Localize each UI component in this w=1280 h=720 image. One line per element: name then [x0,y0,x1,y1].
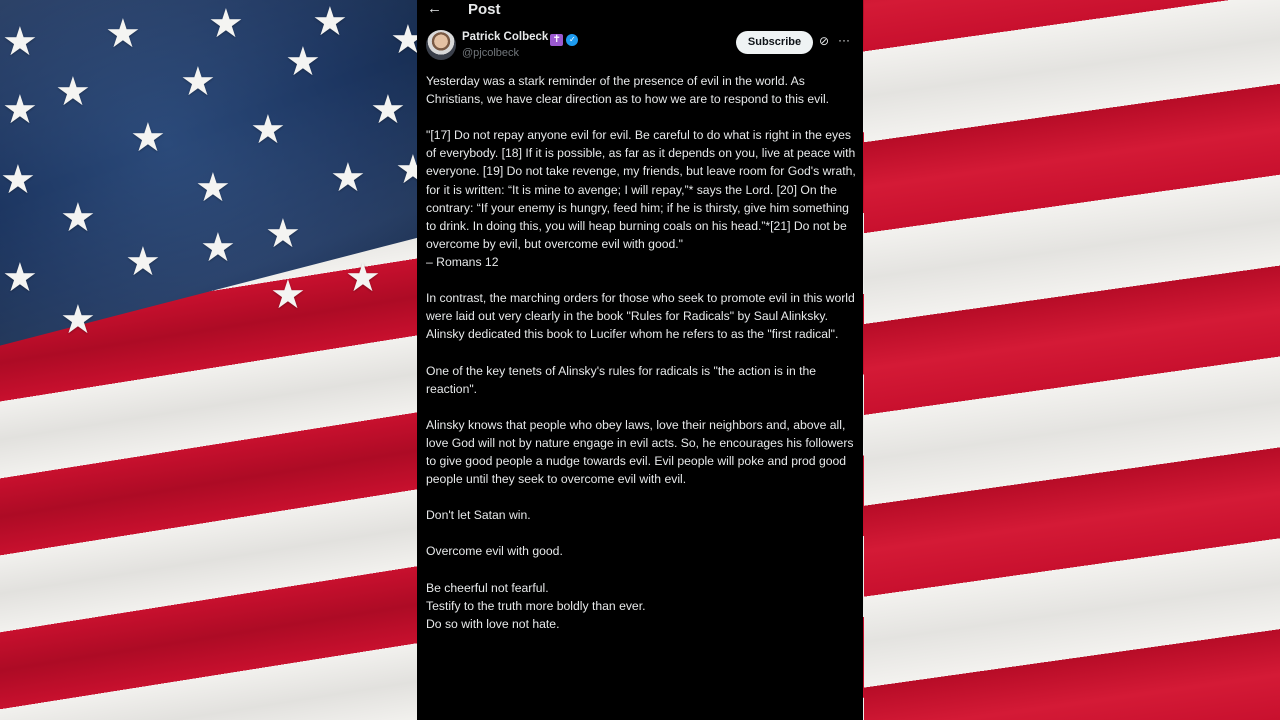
flag-star-icon: ★ [60,196,96,240]
flag-star-icon: ★ [200,226,236,270]
flag-star-icon: ★ [130,116,166,160]
post-paragraph: In contrast, the marching orders for tho… [426,291,855,342]
flag-star-icon: ★ [265,212,301,256]
page-title: Post [468,1,501,18]
flag-star-icon: ★ [195,166,231,210]
post-paragraph: Yesterday was a stark reminder of the pr… [426,74,830,107]
flag-star-icon: ★ [345,256,381,300]
flag-star-icon: ★ [2,20,38,64]
subscribe-button[interactable]: Subscribe [736,31,813,54]
flag-star-icon: ★ [125,240,161,284]
post-paragraph: "[17] Do not repay anyone evil for evil.… [426,128,856,251]
flag-star-icon: ★ [55,70,91,114]
author-name[interactable]: Patrick Colbeck [462,31,548,43]
author-name-container[interactable]: Patrick Colbeck ✝ ✓ [462,31,579,46]
latin-cross-icon: ✝ [550,34,564,46]
flag-star-icon: ★ [105,12,141,56]
post-paragraph: Overcome evil with good. [426,544,563,559]
flag-stripes-right [864,0,1280,720]
post-paragraph: Do so with love not hate. [426,616,560,631]
flag-star-icon: ★ [60,298,96,342]
author-row: Patrick Colbeck ✝ ✓ @pjcolbeck Subscribe ⊘… [417,29,863,63]
post-paragraph: – Romans 12 [426,254,499,269]
avatar[interactable] [426,30,456,60]
flag-star-icon: ★ [208,2,244,46]
flag-star-icon: ★ [270,273,306,317]
post-paragraph: Alinsky knows that people who obey laws,… [426,417,854,487]
flag-star-icon: ★ [250,108,286,152]
flag-star-icon: ★ [0,158,36,202]
flag-star-icon: ★ [285,40,321,84]
post-body: Yesterday was a stark reminder of the pr… [426,72,856,633]
flag-star-icon: ★ [2,88,38,132]
post-paragraph: Testify to the truth more boldly than ev… [426,598,646,613]
post-paragraph: Be cheerful not fearful. [426,580,549,595]
more-horizontal-icon[interactable]: ··· [838,33,850,47]
author-handle[interactable]: @pjcolbeck [462,47,519,59]
post-header: ← Post [417,0,863,22]
grok-icon[interactable]: ⊘ [819,35,831,47]
flag-star-icon: ★ [180,60,216,104]
flag-star-icon: ★ [312,0,348,44]
flag-star-icon: ★ [370,88,406,132]
verified-badge-icon: ✓ [566,34,579,46]
post-panel: ← Post Patrick Colbeck ✝ ✓ @pjcolbeck Subs… [417,0,863,720]
post-paragraph: One of the key tenets of Alinsky's rules… [426,363,817,396]
flag-star-icon: ★ [330,156,366,200]
arrow-left-icon[interactable]: ← [427,0,442,17]
flag-star-icon: ★ [2,256,38,300]
post-paragraph: Don't let Satan win. [426,508,531,523]
